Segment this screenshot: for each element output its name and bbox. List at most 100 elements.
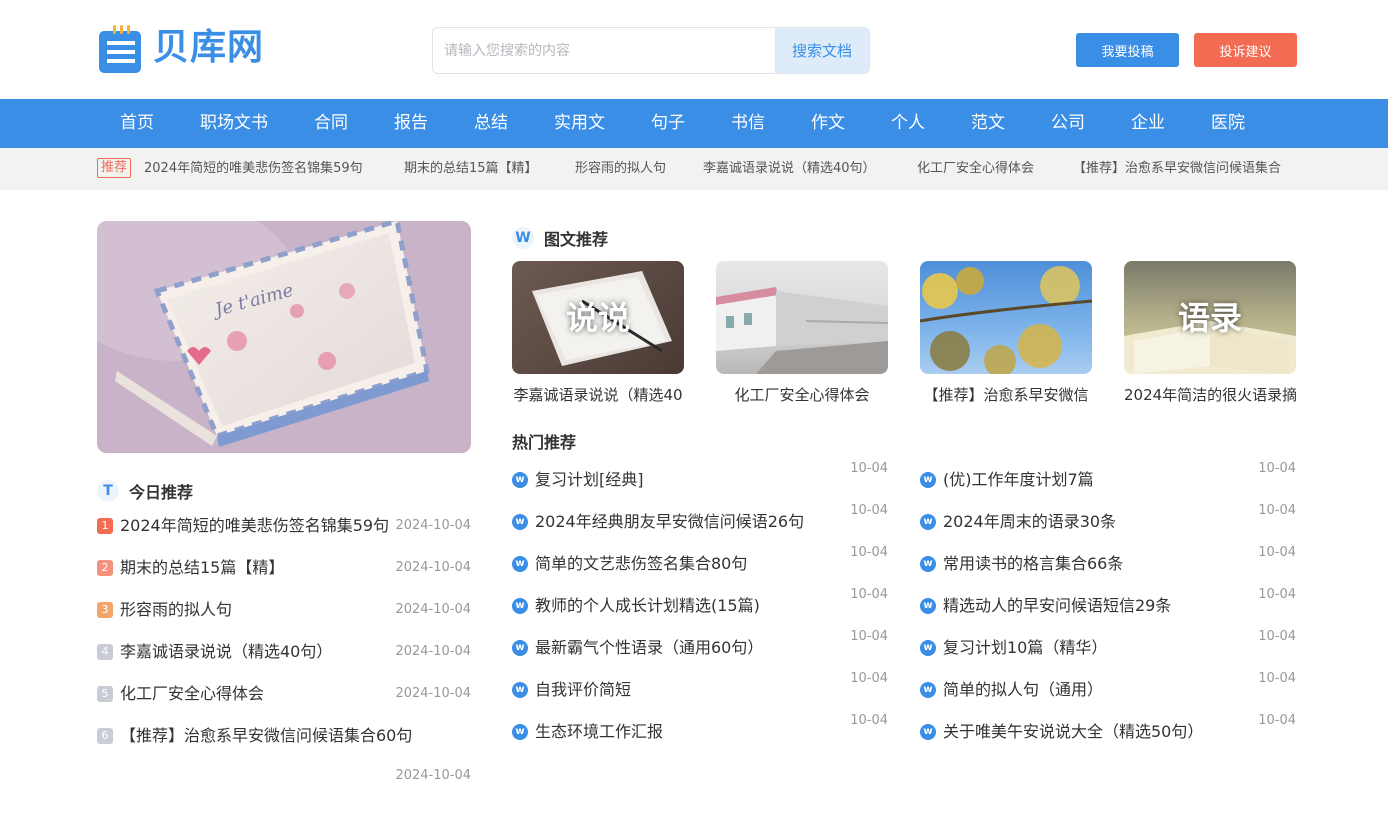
nav-item[interactable]: 医院 (1211, 99, 1245, 148)
hot-item-date: 10-04 (1258, 503, 1296, 518)
submit-article-button[interactable]: 我要投稿 (1076, 33, 1179, 67)
card-image[interactable]: 语录 (1124, 261, 1296, 374)
hot-item-title[interactable]: 常用读书的格言集合66条 (943, 552, 1123, 576)
hot-item[interactable]: w 精选动人的早安问候语短信29条 10-04 (920, 587, 1296, 618)
w-doc-icon: w (512, 682, 528, 698)
rank-badge: 1 (97, 518, 113, 534)
hot-item-title[interactable]: (优)工作年度计划7篇 (943, 468, 1094, 492)
hot-item-title[interactable]: 关于唯美午安说说大全（精选50句） (943, 720, 1203, 744)
nav-item[interactable]: 合同 (314, 99, 348, 148)
hot-item-title[interactable]: 复习计划[经典] (535, 468, 644, 492)
w-doc-icon: w (512, 556, 528, 572)
nav-item[interactable]: 首页 (120, 99, 154, 148)
site-name: 贝库网 (153, 27, 265, 68)
today-title: 今日推荐 (129, 483, 194, 502)
today-item-title[interactable]: 李嘉诚语录说说（精选40句） (120, 641, 332, 663)
nav-item[interactable]: 书信 (731, 99, 765, 148)
complaint-button[interactable]: 投诉建议 (1194, 33, 1297, 67)
nav-item[interactable]: 实用文 (554, 99, 605, 148)
picture-card[interactable]: 化工厂安全心得体会 (716, 261, 888, 405)
picture-card[interactable]: 语录 2024年简洁的很火语录摘 (1124, 261, 1296, 405)
hot-item-title[interactable]: 复习计划10篇（精华） (943, 636, 1107, 660)
ticker-link[interactable]: 期末的总结15篇【精】 (404, 148, 538, 190)
nav-item[interactable]: 个人 (891, 99, 925, 148)
ticker-link[interactable]: 李嘉诚语录说说（精选40句） (703, 148, 876, 190)
hot-item[interactable]: w 2024年经典朋友早安微信问候语26句 10-04 (512, 503, 888, 534)
hot-item[interactable]: w (优)工作年度计划7篇 10-04 (920, 461, 1296, 492)
today-item[interactable]: 2 期末的总结15篇【精】 2024-10-04 (97, 557, 471, 579)
card-image[interactable] (920, 261, 1092, 374)
hot-item[interactable]: w 教师的个人成长计划精选(15篇) 10-04 (512, 587, 888, 618)
today-item-title[interactable]: 2024年简短的唯美悲伤签名锦集59句 (120, 515, 389, 537)
hot-item-date: 10-04 (850, 713, 888, 728)
today-item-title[interactable]: 化工厂安全心得体会 (120, 683, 264, 705)
hot-item-date: 10-04 (1258, 671, 1296, 686)
hot-item[interactable]: w 关于唯美午安说说大全（精选50句） 10-04 (920, 713, 1296, 744)
ticker-link[interactable]: 2024年简短的唯美悲伤签名锦集59句 (144, 148, 363, 190)
hot-item[interactable]: w 2024年周末的语录30条 10-04 (920, 503, 1296, 534)
hot-item-date: 10-04 (850, 503, 888, 518)
hot-item[interactable]: w 自我评价简短 10-04 (512, 671, 888, 702)
nav-item[interactable]: 作文 (811, 99, 845, 148)
card-caption[interactable]: 化工厂安全心得体会 (716, 384, 888, 405)
picture-card[interactable]: 说说 李嘉诚语录说说（精选40 (512, 261, 684, 405)
hot-item-title[interactable]: 精选动人的早安问候语短信29条 (943, 594, 1171, 618)
picture-card[interactable]: 【推荐】治愈系早安微信 (920, 261, 1092, 405)
search-box: 搜索文档 (432, 27, 870, 74)
nav-item[interactable]: 公司 (1051, 99, 1085, 148)
w-badge-icon: W (512, 227, 534, 249)
hot-item-title[interactable]: 生态环境工作汇报 (535, 720, 663, 744)
nav-item[interactable]: 句子 (651, 99, 685, 148)
site-logo[interactable]: 贝库网 (97, 22, 264, 74)
hot-item[interactable]: w 简单的拟人句（通用） 10-04 (920, 671, 1296, 702)
rank-badge: 6 (97, 728, 113, 744)
hot-item-title[interactable]: 简单的文艺悲伤签名集合80句 (535, 552, 747, 576)
today-item-title[interactable]: 期末的总结15篇【精】 (120, 557, 284, 579)
search-input[interactable] (433, 28, 775, 73)
today-item[interactable]: 4 李嘉诚语录说说（精选40句） 2024-10-04 (97, 641, 471, 663)
hot-item-title[interactable]: 最新霸气个性语录（通用60句） (535, 636, 763, 660)
hot-item-title[interactable]: 简单的拟人句（通用） (943, 678, 1103, 702)
hot-item-title[interactable]: 自我评价简短 (535, 678, 631, 702)
hot-item-title[interactable]: 2024年周末的语录30条 (943, 510, 1116, 534)
hot-item[interactable]: w 生态环境工作汇报 10-04 (512, 713, 888, 744)
card-caption[interactable]: 【推荐】治愈系早安微信 (920, 384, 1092, 405)
nav-item[interactable]: 职场文书 (200, 99, 268, 148)
w-doc-icon: w (920, 514, 936, 530)
card-caption[interactable]: 2024年简洁的很火语录摘 (1124, 384, 1296, 405)
hot-item[interactable]: w 复习计划[经典] 10-04 (512, 461, 888, 492)
nav-item[interactable]: 企业 (1131, 99, 1165, 148)
card-image[interactable] (716, 261, 888, 374)
ticker-link[interactable]: 【推荐】治愈系早安微信问候语集合 (1073, 148, 1281, 190)
today-item[interactable]: 6 【推荐】治愈系早安微信问候语集合60句 2024-10-04 (97, 725, 471, 783)
hot-item-date: 10-04 (850, 587, 888, 602)
card-caption[interactable]: 李嘉诚语录说说（精选40 (512, 384, 684, 405)
nav-item[interactable]: 范文 (971, 99, 1005, 148)
card-image[interactable]: 说说 (512, 261, 684, 374)
hot-item-date: 10-04 (850, 461, 888, 476)
hot-item-title[interactable]: 2024年经典朋友早安微信问候语26句 (535, 510, 804, 534)
rank-badge: 5 (97, 686, 113, 702)
today-item[interactable]: 5 化工厂安全心得体会 2024-10-04 (97, 683, 471, 705)
ticker-link[interactable]: 化工厂安全心得体会 (917, 148, 1034, 190)
today-item[interactable]: 3 形容雨的拟人句 2024-10-04 (97, 599, 471, 621)
hot-item[interactable]: w 常用读书的格言集合66条 10-04 (920, 545, 1296, 576)
hot-item-date: 10-04 (1258, 461, 1296, 476)
hot-item[interactable]: w 最新霸气个性语录（通用60句） 10-04 (512, 629, 888, 660)
today-section-header: T 今日推荐 (97, 479, 193, 503)
nav-item[interactable]: 总结 (474, 99, 508, 148)
w-doc-icon: w (920, 472, 936, 488)
w-doc-icon: w (920, 640, 936, 656)
hero-image[interactable]: Je t'aime (97, 221, 471, 453)
search-button[interactable]: 搜索文档 (775, 28, 869, 73)
hot-item-title[interactable]: 教师的个人成长计划精选(15篇) (535, 594, 760, 618)
today-item-title[interactable]: 形容雨的拟人句 (120, 599, 232, 621)
hot-item[interactable]: w 简单的文艺悲伤签名集合80句 10-04 (512, 545, 888, 576)
today-item-title[interactable]: 【推荐】治愈系早安微信问候语集合60句 (120, 725, 412, 747)
ticker-link[interactable]: 形容雨的拟人句 (575, 148, 666, 190)
nav-item[interactable]: 报告 (394, 99, 428, 148)
today-item[interactable]: 1 2024年简短的唯美悲伤签名锦集59句 2024-10-04 (97, 515, 471, 537)
main-nav: 首页 职场文书 合同 报告 总结 实用文 句子 书信 作文 个人 范文 公司 企… (0, 99, 1388, 148)
hot-item[interactable]: w 复习计划10篇（精华） 10-04 (920, 629, 1296, 660)
rank-badge: 3 (97, 602, 113, 618)
